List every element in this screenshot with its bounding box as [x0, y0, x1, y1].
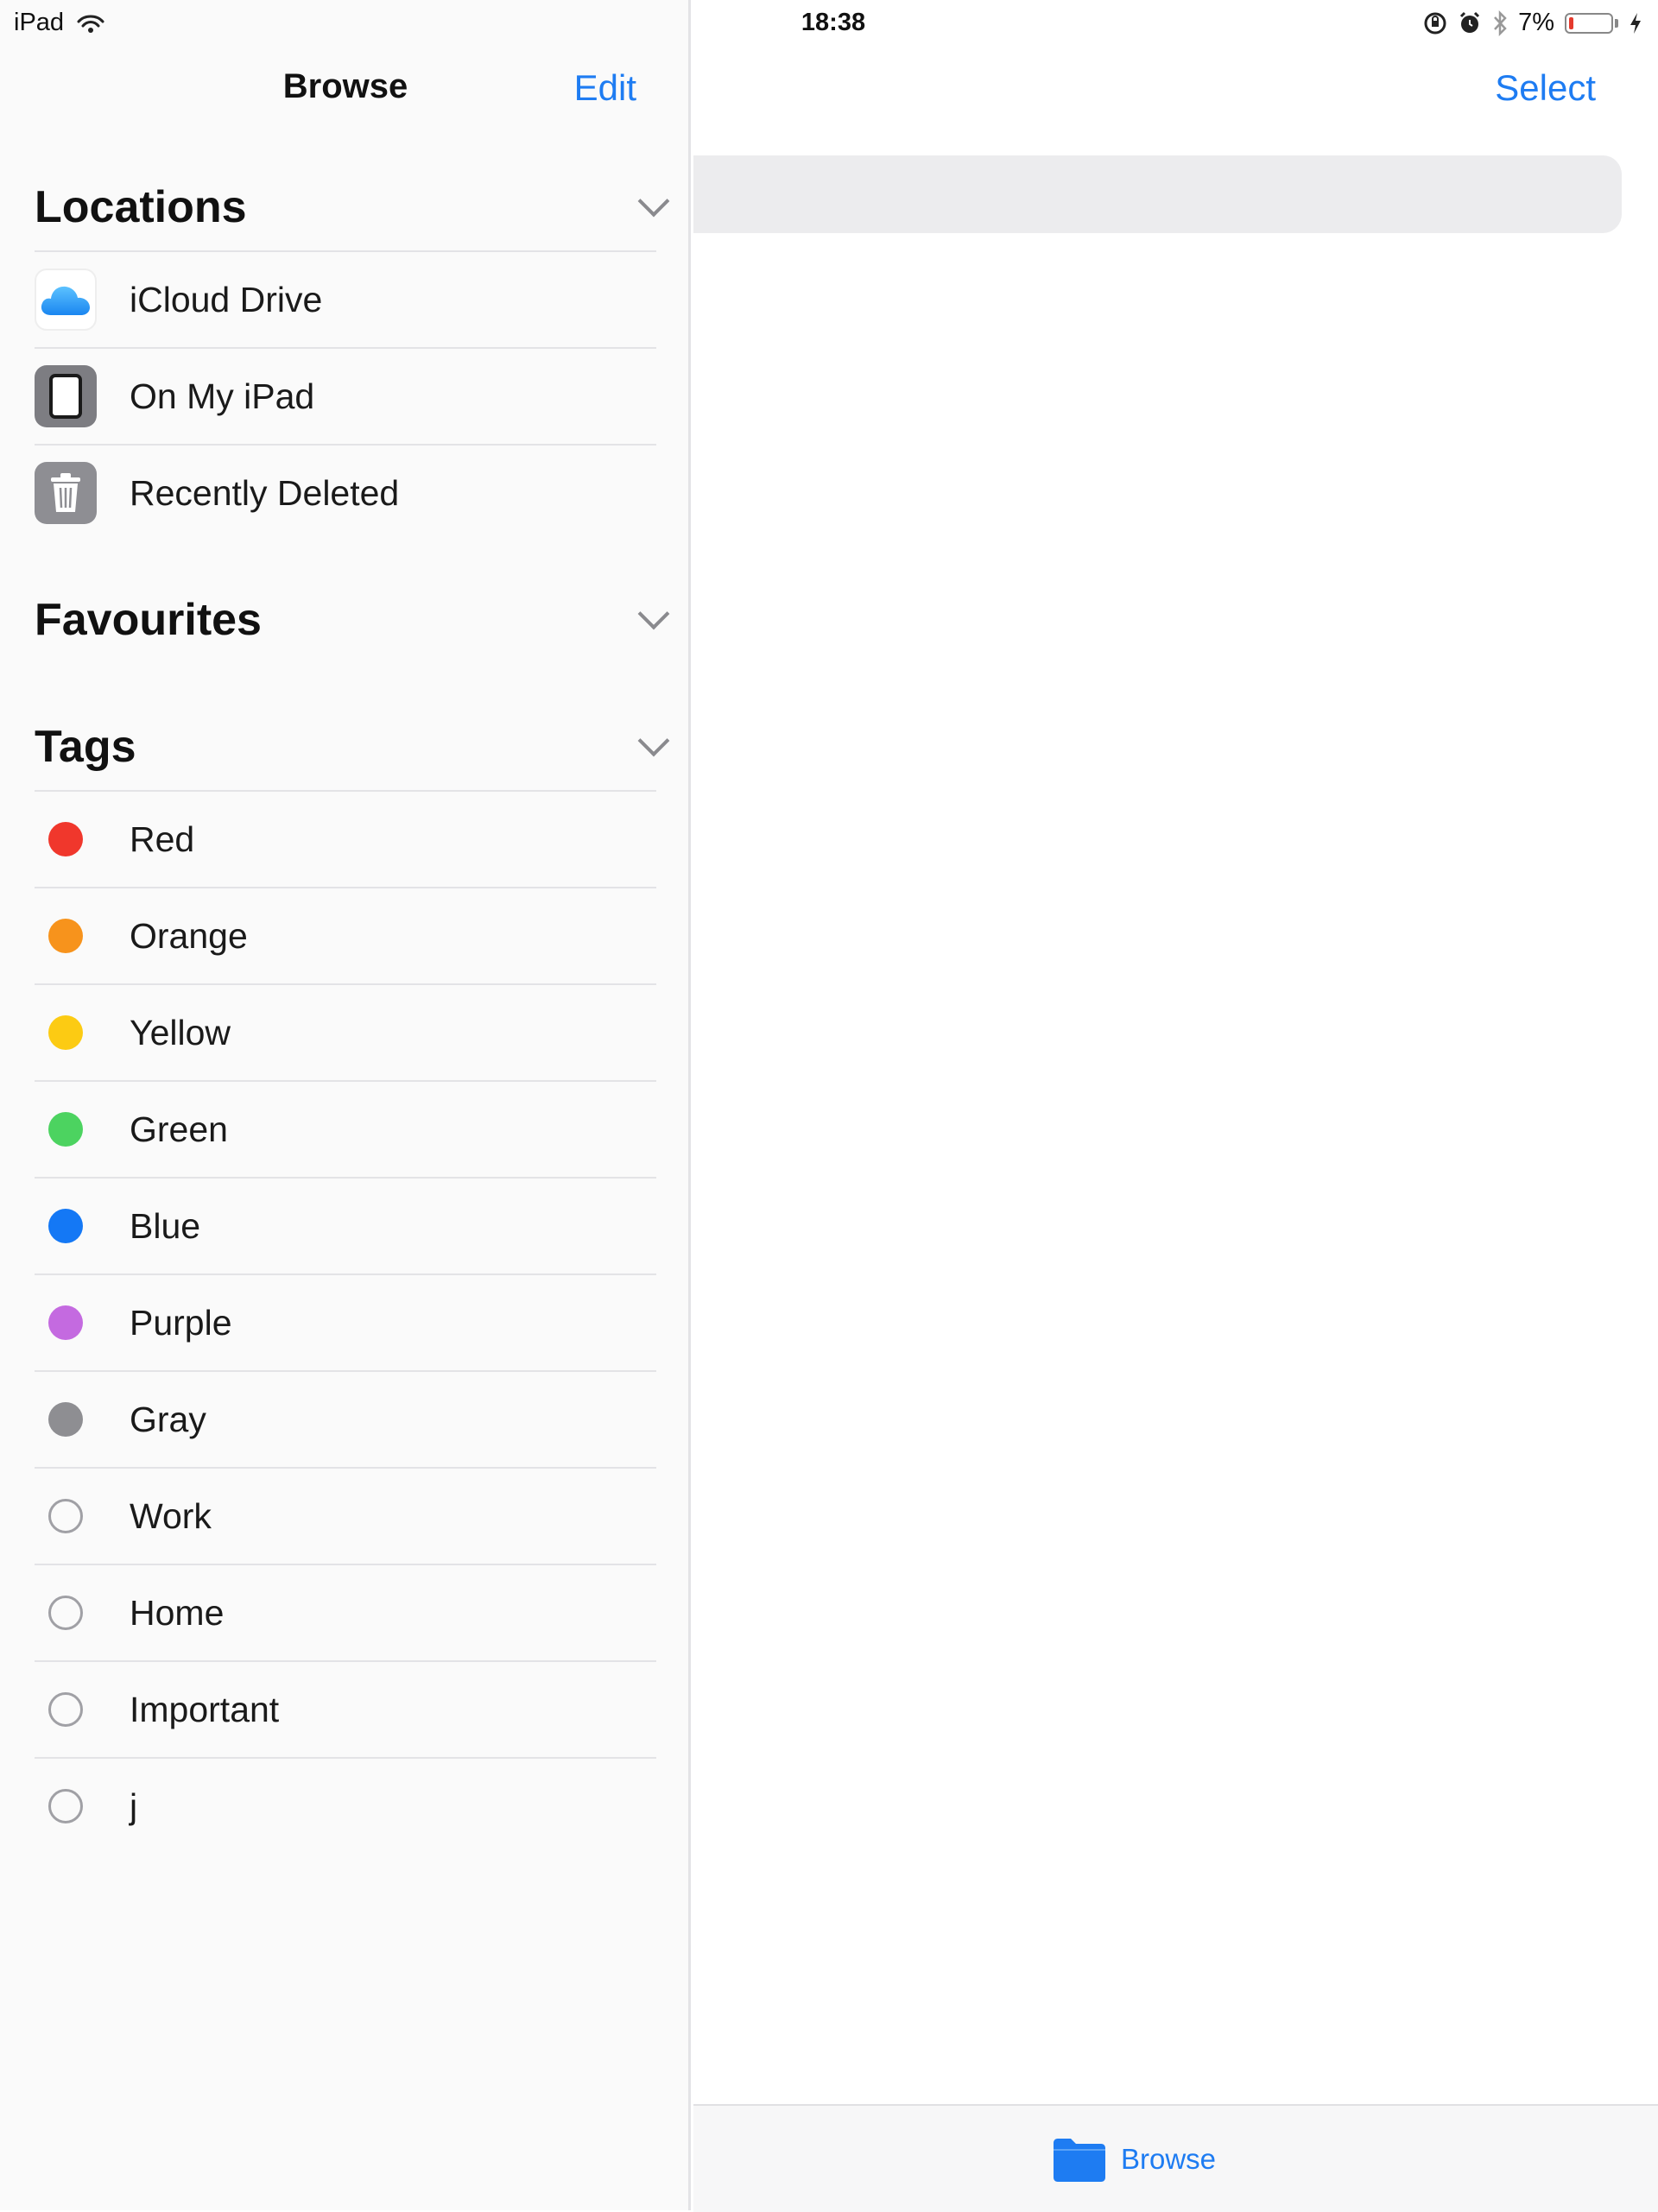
tag-label: Purple: [130, 1302, 232, 1343]
folder-icon: [1054, 2139, 1105, 2182]
charging-icon: [1630, 12, 1641, 34]
locations-title: Locations: [35, 182, 247, 232]
chevron-down-icon[interactable]: [637, 724, 670, 757]
sidebar: Browse Edit Locations iCloud Drive On My…: [0, 0, 691, 2210]
icloud-icon: [35, 269, 97, 331]
tag-label: Gray: [130, 1399, 206, 1439]
orientation-lock-icon: [1424, 12, 1446, 34]
tag-color-dot-icon: [48, 1112, 83, 1147]
tag-item-work[interactable]: Work: [35, 1467, 656, 1564]
tag-color-dot-icon: [48, 822, 83, 856]
tag-item-orange[interactable]: Orange: [35, 887, 656, 983]
tags-section: Tags Red Orange Yellow Green Blue Purple…: [35, 704, 670, 1854]
status-time: 18:38: [801, 9, 866, 36]
tag-empty-circle-icon: [48, 1596, 83, 1630]
sidebar-item-recently-deleted[interactable]: Recently Deleted: [35, 444, 656, 540]
select-button[interactable]: Select: [1495, 67, 1596, 109]
favourites-header[interactable]: Favourites: [35, 577, 670, 663]
chevron-down-icon[interactable]: [637, 185, 670, 218]
favourites-section: Favourites: [35, 577, 670, 663]
tag-label: Blue: [130, 1205, 201, 1246]
tag-color-dot-icon: [48, 1015, 83, 1050]
tag-label: j: [130, 1785, 138, 1826]
tag-item-purple[interactable]: Purple: [35, 1273, 656, 1370]
sidebar-item-icloud-drive[interactable]: iCloud Drive: [35, 250, 656, 347]
bluetooth-icon: [1494, 9, 1507, 36]
tags-title: Tags: [35, 722, 136, 772]
tags-header[interactable]: Tags: [35, 704, 670, 790]
tag-label: Work: [130, 1495, 212, 1536]
tag-item-red[interactable]: Red: [35, 790, 656, 887]
battery-percent: 7%: [1518, 9, 1554, 36]
tag-label: Home: [130, 1592, 225, 1633]
tag-color-dot-icon: [48, 1305, 83, 1340]
tab-browse-label: Browse: [1121, 2143, 1217, 2175]
tag-item-blue[interactable]: Blue: [35, 1177, 656, 1273]
sidebar-item-label: Recently Deleted: [130, 472, 400, 513]
tag-empty-circle-icon: [48, 1789, 83, 1823]
tag-item-j[interactable]: j: [35, 1757, 656, 1854]
battery-icon: [1565, 12, 1613, 34]
tag-label: Red: [130, 818, 195, 859]
tag-item-home[interactable]: Home: [35, 1564, 656, 1660]
tag-color-dot-icon: [48, 1209, 83, 1243]
status-right: 7%: [1423, 9, 1642, 37]
tag-item-yellow[interactable]: Yellow: [35, 983, 656, 1080]
tag-empty-circle-icon: [48, 1499, 83, 1533]
tag-item-gray[interactable]: Gray: [35, 1370, 656, 1467]
sidebar-item-on-my-ipad[interactable]: On My iPad: [35, 347, 656, 444]
sidebar-item-label: On My iPad: [130, 376, 315, 416]
tag-item-important[interactable]: Important: [35, 1660, 656, 1757]
tab-bar: Browse: [693, 2104, 1658, 2212]
battery-level-fill: [1569, 16, 1573, 29]
chevron-down-icon[interactable]: [637, 597, 670, 630]
tag-label: Important: [130, 1689, 280, 1729]
tag-color-dot-icon: [48, 919, 83, 953]
locations-header[interactable]: Locations: [35, 164, 670, 250]
tag-color-dot-icon: [48, 1402, 83, 1437]
alarm-icon: [1460, 11, 1480, 33]
tag-item-green[interactable]: Green: [35, 1080, 656, 1177]
tag-label: Green: [130, 1109, 228, 1149]
tag-empty-circle-icon: [48, 1692, 83, 1727]
tag-label: Yellow: [130, 1012, 231, 1052]
status-bar: iPad 18:38 7%: [0, 0, 1658, 45]
tab-browse[interactable]: Browse: [1052, 2136, 1216, 2183]
battery-tip: [1615, 18, 1618, 28]
locations-section: Locations iCloud Drive On My iPad Recent…: [35, 164, 670, 540]
trash-icon: [35, 462, 97, 524]
tag-label: Orange: [130, 915, 248, 956]
search-bar[interactable]: [693, 155, 1622, 233]
favourites-title: Favourites: [35, 595, 262, 645]
sidebar-item-label: iCloud Drive: [130, 279, 323, 319]
ipad-icon: [35, 365, 97, 427]
edit-button[interactable]: Edit: [574, 67, 636, 109]
tag-list: Red Orange Yellow Green Blue Purple Gray…: [35, 790, 656, 1854]
